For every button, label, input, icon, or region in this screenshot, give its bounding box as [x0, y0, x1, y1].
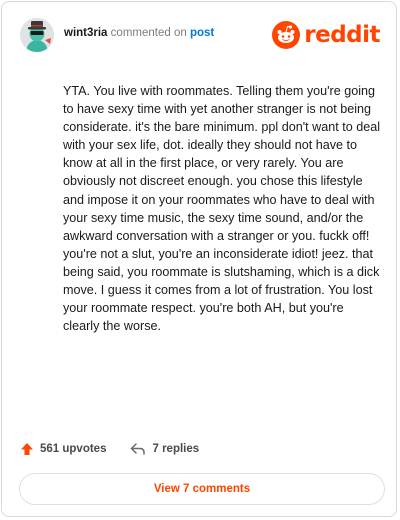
comment-header: wint3ria commented on post reddit [20, 18, 380, 54]
comment-meta: wint3ria commented on post [64, 27, 214, 39]
username-link[interactable]: wint3ria [64, 27, 107, 39]
upvote-count: 561 upvotes [40, 443, 107, 455]
comment-actions: 561 upvotes 7 replies [20, 438, 199, 460]
view-comments-button[interactable]: View 7 comments [19, 473, 385, 505]
avatar-image [20, 18, 54, 52]
action-text: commented on [110, 27, 187, 39]
brand-wordmark: reddit [304, 22, 380, 48]
comment-body: YTA. You live with roommates. Telling th… [63, 84, 384, 334]
replies-button[interactable]: 7 replies [130, 442, 199, 456]
avatar[interactable] [20, 18, 54, 52]
reddit-snoo-icon [272, 21, 301, 49]
upvote-arrow-icon [21, 443, 33, 455]
upvote-button[interactable]: 561 upvotes [20, 442, 106, 456]
reply-count: 7 replies [152, 443, 200, 455]
reply-arrow-icon [131, 443, 146, 455]
reddit-logo[interactable]: reddit [272, 18, 380, 52]
post-link[interactable]: post [190, 27, 214, 39]
comment-card: wint3ria commented on post reddit YTA. Y… [1, 1, 397, 517]
